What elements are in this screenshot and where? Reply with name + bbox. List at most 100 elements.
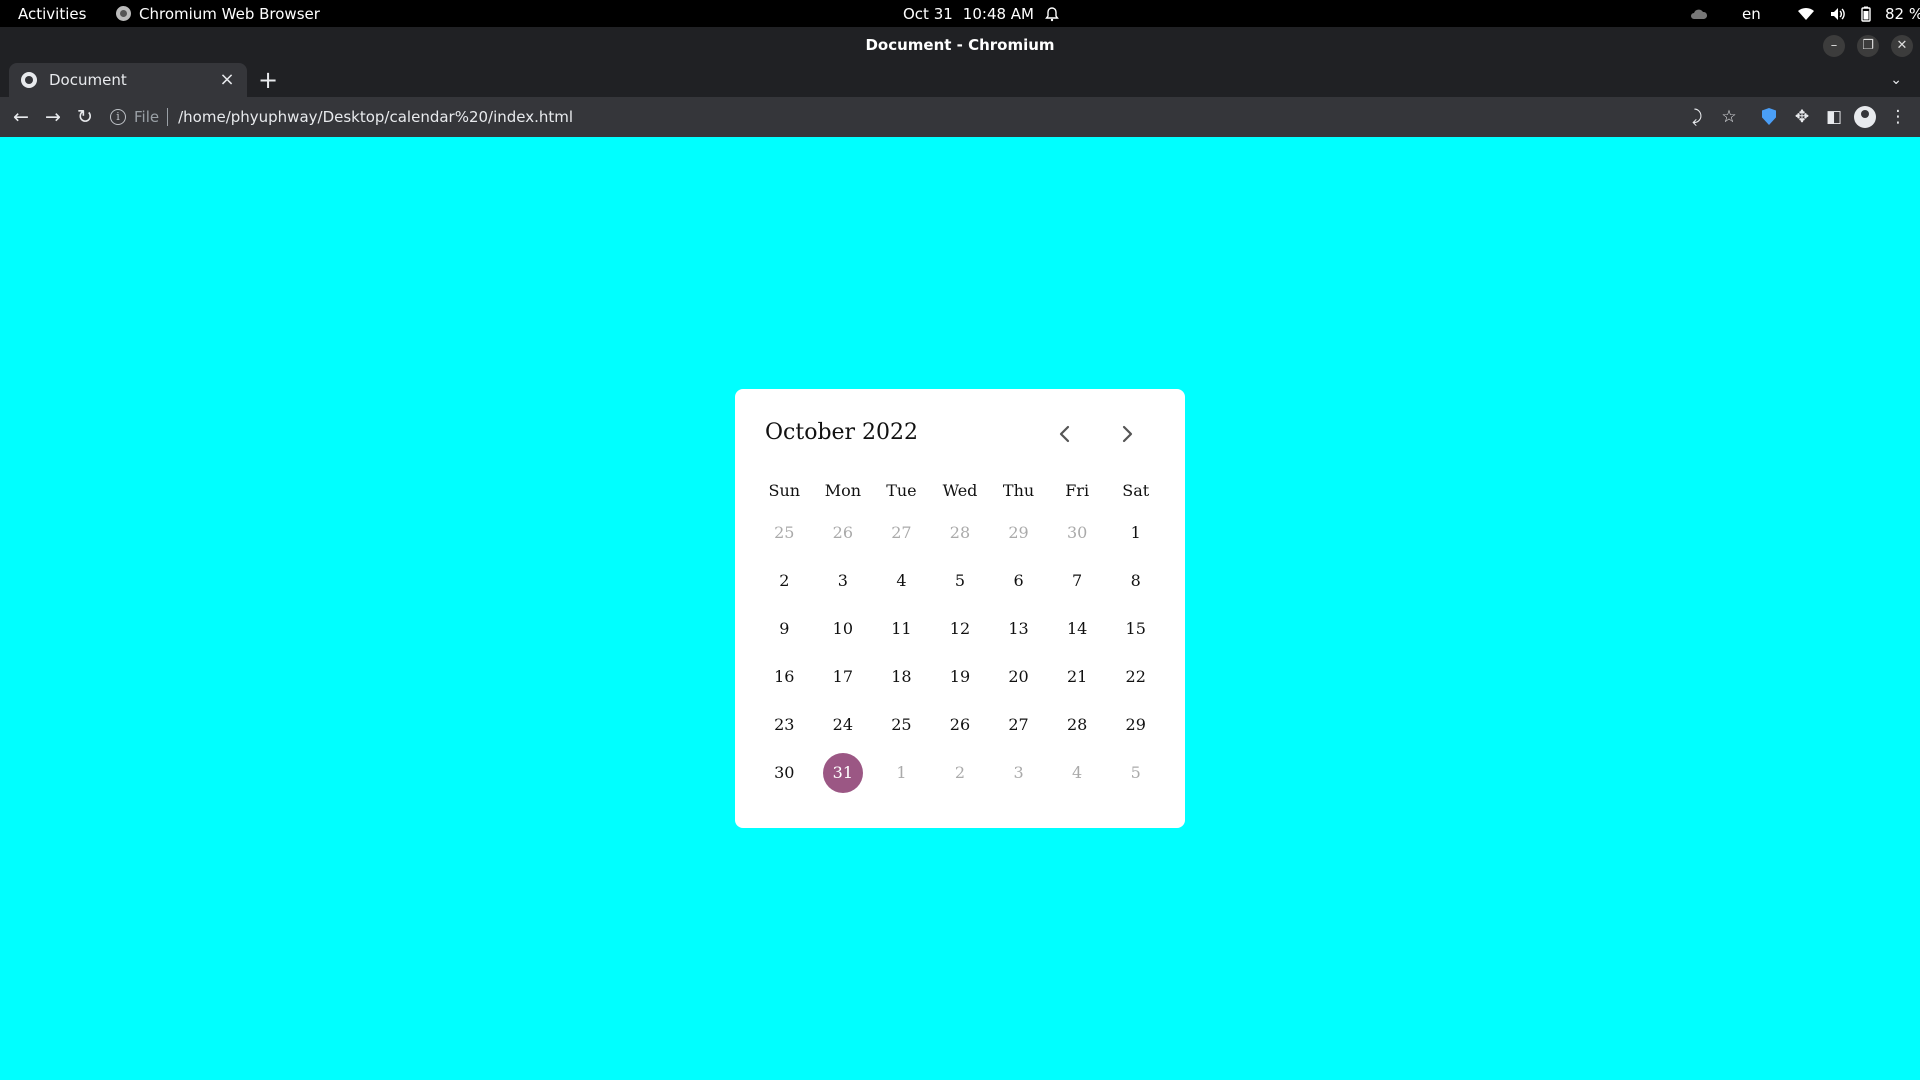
day-number: 25 [891,715,912,734]
day-number: 29 [1125,715,1146,734]
day-cell[interactable]: 9 [755,609,814,649]
day-cell[interactable]: 4 [872,561,931,601]
day-cell[interactable]: 28 [931,513,990,553]
omnibox-divider [167,108,169,126]
prev-month-button[interactable] [1052,421,1078,447]
share-icon[interactable]: ⤸ [1683,97,1711,137]
close-window-button[interactable]: ✕ [1891,35,1913,57]
tab-close-icon[interactable]: × [215,68,239,92]
day-number: 27 [891,523,912,542]
wifi-icon [1798,7,1814,20]
weekday-label: Tue [886,481,917,500]
day-cell[interactable]: 25 [872,705,931,745]
day-number: 18 [891,667,912,686]
day-cell[interactable]: 25 [755,513,814,553]
tab-document[interactable]: Document × [9,63,247,97]
day-cell[interactable]: 26 [931,705,990,745]
chevron-right-icon [1122,425,1133,443]
day-cell[interactable]: 28 [1048,705,1107,745]
site-info-icon[interactable]: i [110,109,126,125]
activities-button[interactable]: Activities [18,0,86,27]
bookmark-star-icon[interactable]: ☆ [1715,97,1743,137]
day-number: 3 [1013,763,1024,782]
profile-avatar-icon[interactable] [1854,106,1876,128]
weekday-label: Sun [768,481,801,500]
day-cell[interactable]: 10 [814,609,873,649]
system-tray-left[interactable] [1690,0,1708,27]
day-number: 14 [1066,619,1088,638]
address-bar[interactable]: i File /home/phyuphway/Desktop/calendar%… [110,101,573,133]
day-cell[interactable]: 30 [755,753,814,793]
day-cell[interactable]: 4 [1048,753,1107,793]
weekday-label: Thu [1002,481,1035,500]
menu-kebab-icon[interactable]: ⋮ [1884,97,1912,137]
tab-strip: Document × + ⌄ [0,63,1920,97]
weekday-label: Fri [1065,481,1090,500]
restore-button[interactable]: ❐ [1857,35,1879,57]
reload-button[interactable]: ↻ [70,97,100,137]
app-name: Chromium Web Browser [139,4,320,23]
day-cell[interactable]: 21 [1048,657,1107,697]
day-cell[interactable]: 12 [931,609,990,649]
day-cell[interactable]: 16 [755,657,814,697]
day-cell[interactable]: 29 [989,513,1048,553]
day-cell[interactable]: 20 [989,657,1048,697]
language-indicator[interactable]: en [1742,0,1761,27]
day-cell[interactable]: 8 [1106,561,1165,601]
day-cell[interactable]: 13 [989,609,1048,649]
url-text[interactable]: /home/phyuphway/Desktop/calendar%20/inde… [178,108,573,126]
tab-search-chevron-icon[interactable]: ⌄ [1890,63,1902,97]
minimize-button[interactable]: – [1823,35,1845,57]
day-number: 11 [891,619,912,638]
day-cell[interactable]: 1 [872,753,931,793]
day-number: 10 [832,619,854,638]
day-cell[interactable]: 19 [931,657,990,697]
day-cell[interactable]: 17 [814,657,873,697]
day-cell[interactable]: 1 [1106,513,1165,553]
clock-time: 10:48 AM [962,4,1034,23]
app-menu[interactable]: Chromium Web Browser [116,0,320,27]
day-cell[interactable]: 22 [1106,657,1165,697]
day-cell[interactable]: 26 [814,513,873,553]
window-title: Document - Chromium [865,36,1055,54]
day-cell[interactable]: 6 [989,561,1048,601]
day-cell[interactable]: 30 [1048,513,1107,553]
day-cell[interactable]: 23 [755,705,814,745]
forward-button[interactable]: → [38,97,68,137]
day-cell[interactable]: 27 [989,705,1048,745]
day-cell[interactable]: 5 [1106,753,1165,793]
side-panel-icon[interactable]: ◧ [1820,97,1848,137]
day-cell[interactable]: 14 [1048,609,1107,649]
day-cell[interactable]: 27 [872,513,931,553]
day-cell[interactable]: 11 [872,609,931,649]
day-cell[interactable]: 29 [1106,705,1165,745]
weekday-label: Sat [1122,481,1150,500]
day-number: 4 [896,571,907,590]
day-number: 25 [774,523,795,542]
system-tray-right[interactable]: 82 % [1797,0,1920,27]
day-cell-selected[interactable]: 31 [814,753,873,793]
day-cell[interactable]: 2 [931,753,990,793]
day-cell[interactable]: 18 [872,657,931,697]
back-button[interactable]: ← [6,97,36,137]
day-cell[interactable]: 5 [931,561,990,601]
day-number: 31 [822,753,863,793]
battery-percent: 82 % [1885,4,1920,23]
new-tab-button[interactable]: + [258,63,278,97]
day-number: 3 [837,571,848,590]
day-number: 1 [1130,523,1141,542]
day-cell[interactable]: 3 [814,561,873,601]
day-number: 27 [1008,715,1029,734]
day-cell[interactable]: 15 [1106,609,1165,649]
day-cell[interactable]: 2 [755,561,814,601]
day-cell[interactable]: 7 [1048,561,1107,601]
day-cell[interactable]: 3 [989,753,1048,793]
next-month-button[interactable] [1114,421,1140,447]
day-number: 30 [1066,523,1088,542]
day-number: 5 [954,571,966,590]
day-number: 17 [832,667,854,686]
browser-toolbar: ← → ↻ i File /home/phyuphway/Desktop/cal… [0,97,1920,137]
clock[interactable]: Oct 31 10:48 AM [903,0,1060,27]
extensions-puzzle-icon[interactable]: ✥ [1788,97,1816,137]
day-cell[interactable]: 24 [814,705,873,745]
